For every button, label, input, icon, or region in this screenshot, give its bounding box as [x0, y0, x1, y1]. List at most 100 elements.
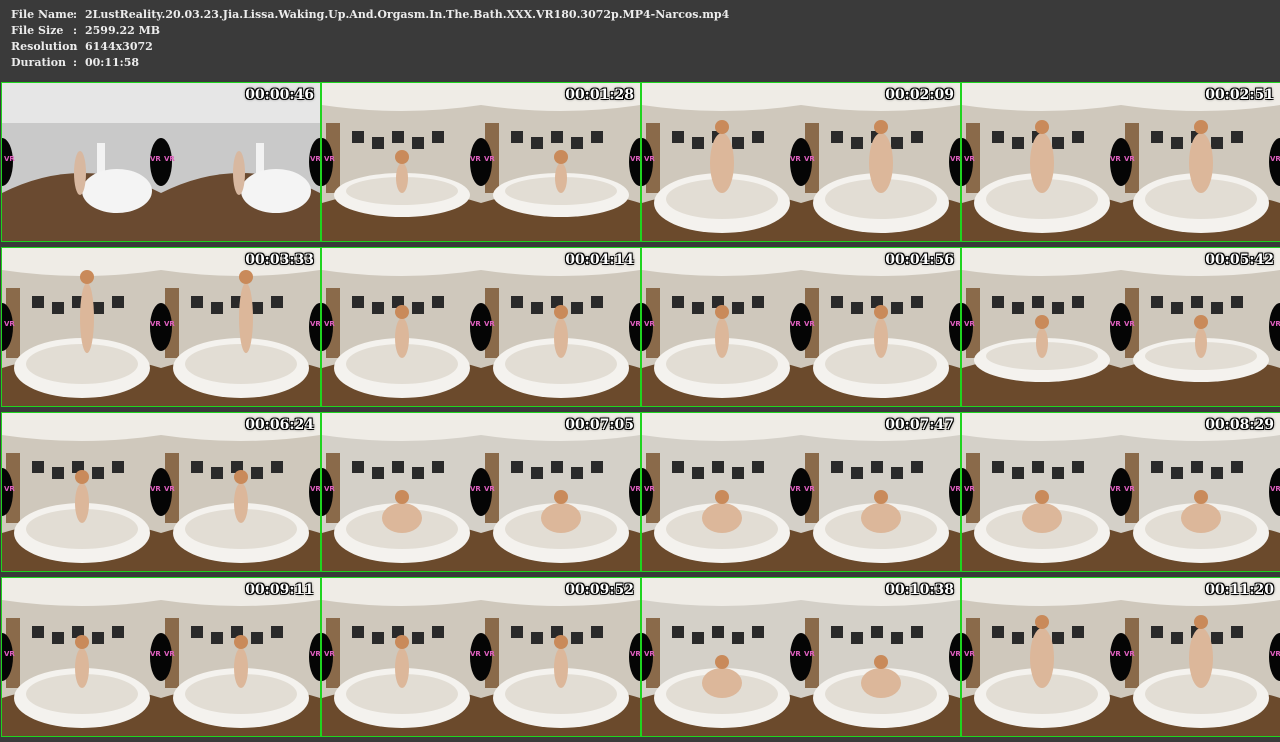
vr-watermark: VR — [324, 320, 335, 328]
thumbnail-timestamp: 00:10:38 — [885, 582, 954, 598]
file-name-row: File Name: 2LustReality.20.03.23.Jia.Liss… — [11, 8, 729, 24]
vr-watermark: VR — [804, 485, 815, 493]
vr-watermark: VR — [310, 155, 320, 163]
thumbnail-cell: VR VR VR VR 00:04:56 — [641, 247, 961, 407]
file-name-label: File Name — [11, 8, 74, 21]
vr-watermark: VR — [484, 155, 495, 163]
separator: : — [73, 24, 78, 37]
thumbnail-timestamp: 00:05:42 — [1205, 252, 1274, 268]
thumbnail-cell: VR VR VR VR 00:01:28 — [321, 82, 641, 242]
vr-watermark: VR — [950, 155, 960, 163]
vr-watermark: VR — [324, 155, 335, 163]
vr-watermark: VR — [630, 320, 640, 328]
file-name-value: 2LustReality.20.03.23.Jia.Lissa.Waking.U… — [85, 8, 730, 21]
vr-watermark: VR — [964, 320, 975, 328]
vr-watermark: VR — [644, 650, 655, 658]
thumbnail-cell: VR VR VR VR 00:05:42 — [961, 247, 1280, 407]
vr-watermark: VR — [950, 320, 960, 328]
thumbnail-grid: VR VR VR VR 00:00:46 VR VR VR VR 00:01:28 VR VR VR VR… — [0, 78, 1280, 742]
thumbnail-image — [322, 578, 640, 736]
vr-watermark: VR — [964, 155, 975, 163]
thumbnail-cell: VR VR VR VR 00:09:52 — [321, 577, 641, 737]
thumbnail-image — [322, 83, 640, 241]
thumbnail-cell: VR VR VR VR 00:06:24 — [1, 412, 321, 572]
vr-watermark: VR — [790, 155, 801, 163]
thumbnail-image — [642, 413, 960, 571]
vr-watermark: VR — [804, 650, 815, 658]
vr-watermark: VR — [4, 320, 15, 328]
file-info-header: File Name: 2LustReality.20.03.23.Jia.Liss… — [0, 0, 1280, 76]
thumbnail-cell: VR VR VR VR 00:02:09 — [641, 82, 961, 242]
vr-watermark: VR — [630, 485, 640, 493]
vr-watermark: VR — [1124, 485, 1135, 493]
vr-watermark: VR — [644, 155, 655, 163]
vr-watermark: VR — [470, 485, 481, 493]
thumbnail-image — [962, 83, 1280, 241]
vr-watermark: VR — [790, 320, 801, 328]
thumbnail-image — [962, 248, 1280, 406]
vr-watermark: VR — [1110, 155, 1121, 163]
thumbnail-image — [2, 248, 320, 406]
vr-watermark: VR — [4, 485, 15, 493]
thumbnail-timestamp: 00:03:33 — [245, 252, 314, 268]
vr-watermark: VR — [4, 650, 15, 658]
vr-watermark: VR — [1270, 650, 1280, 658]
vr-watermark: VR — [1270, 155, 1280, 163]
thumbnail-timestamp: 00:02:51 — [1205, 87, 1274, 103]
vr-watermark: VR — [644, 485, 655, 493]
thumbnail-timestamp: 00:00:46 — [245, 87, 314, 103]
vr-watermark: VR — [804, 155, 815, 163]
thumbnail-timestamp: 00:06:24 — [245, 417, 314, 433]
vr-watermark: VR — [150, 485, 161, 493]
file-size-label: File Size — [11, 24, 64, 37]
vr-watermark: VR — [630, 650, 640, 658]
thumbnail-timestamp: 00:04:14 — [565, 252, 634, 268]
thumbnail-cell: VR VR VR VR 00:08:29 — [961, 412, 1280, 572]
thumbnail-timestamp: 00:04:56 — [885, 252, 954, 268]
vr-watermark: VR — [1110, 650, 1121, 658]
thumbnail-cell: VR VR VR VR 00:07:05 — [321, 412, 641, 572]
thumbnail-image — [322, 413, 640, 571]
thumbnail-cell: VR VR VR VR 00:02:51 — [961, 82, 1280, 242]
vr-watermark: VR — [484, 485, 495, 493]
vr-watermark: VR — [164, 485, 175, 493]
file-size-value: 2599.22 MB — [85, 24, 161, 37]
vr-watermark: VR — [4, 155, 15, 163]
vr-watermark: VR — [470, 155, 481, 163]
thumbnail-image — [322, 248, 640, 406]
thumbnail-timestamp: 00:09:11 — [245, 582, 314, 598]
thumbnail-image — [2, 413, 320, 571]
vr-watermark: VR — [164, 650, 175, 658]
thumbnail-timestamp: 00:11:20 — [1205, 582, 1274, 598]
thumbnail-timestamp: 00:01:28 — [565, 87, 634, 103]
file-size-row: File Size:2599.22 MB — [11, 24, 160, 40]
vr-watermark: VR — [470, 320, 481, 328]
separator: : — [73, 56, 78, 69]
vr-watermark: VR — [484, 320, 495, 328]
resolution-value: 6144x3072 — [85, 40, 153, 53]
vr-watermark: VR — [324, 650, 335, 658]
thumbnail-cell: VR VR VR VR 00:07:47 — [641, 412, 961, 572]
thumbnail-image — [962, 578, 1280, 736]
vr-watermark: VR — [164, 155, 175, 163]
vr-watermark: VR — [164, 320, 175, 328]
resolution-row: Resolution: 6144x3072 — [11, 40, 153, 56]
vr-watermark: VR — [964, 650, 975, 658]
thumbnail-image — [2, 83, 320, 241]
vr-watermark: VR — [790, 485, 801, 493]
thumbnail-cell: VR VR VR VR 00:10:38 — [641, 577, 961, 737]
thumbnail-cell: VR VR VR VR 00:00:46 — [1, 82, 321, 242]
vr-watermark: VR — [964, 485, 975, 493]
thumbnail-timestamp: 00:07:47 — [885, 417, 954, 433]
thumbnail-image — [642, 248, 960, 406]
vr-watermark: VR — [630, 155, 640, 163]
vr-watermark: VR — [1110, 320, 1121, 328]
vr-watermark: VR — [150, 650, 161, 658]
thumbnail-image — [2, 578, 320, 736]
thumbnail-timestamp: 00:09:52 — [565, 582, 634, 598]
thumbnail-image — [642, 83, 960, 241]
vr-watermark: VR — [1270, 485, 1280, 493]
thumbnail-cell: VR VR VR VR 00:03:33 — [1, 247, 321, 407]
vr-watermark: VR — [950, 650, 960, 658]
thumbnail-image — [962, 413, 1280, 571]
